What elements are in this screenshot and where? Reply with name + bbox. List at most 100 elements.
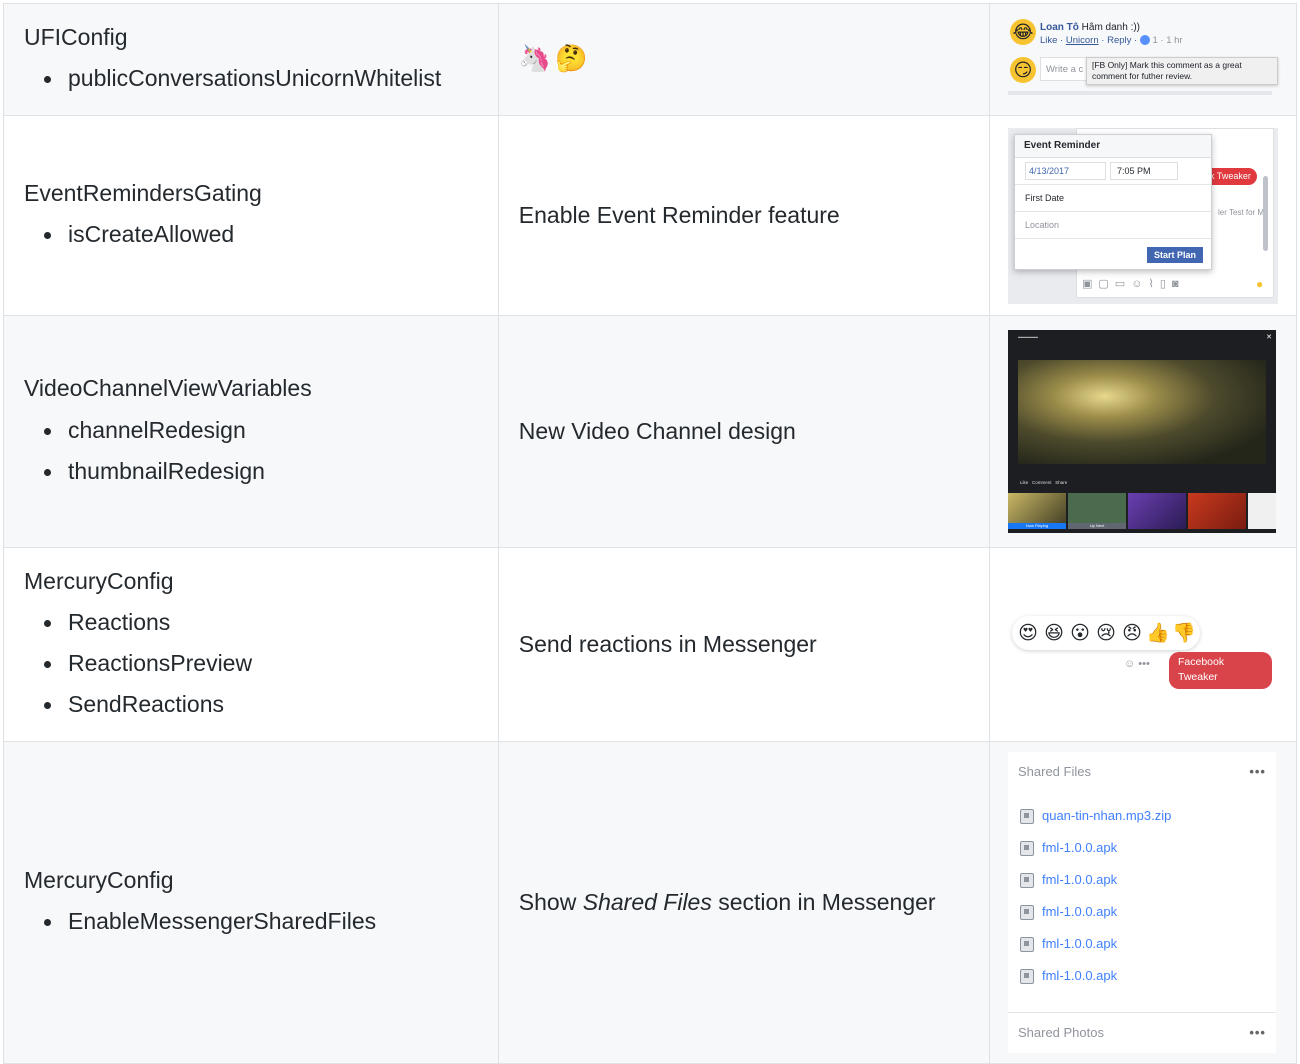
emoji-icon[interactable]: ☺ <box>1131 278 1148 290</box>
sticker-icon[interactable]: ▢ <box>1098 278 1114 290</box>
event-reminder-popup: Event Reminder 4/13/2017 7:05 PM First Da… <box>1013 133 1212 270</box>
gatekeeper-cell: VideoChannelViewVariables channelRedesig… <box>3 315 499 548</box>
gatekeeper-name: VideoChannelViewVariables <box>24 375 312 402</box>
emoji-icon[interactable]: ☺ <box>1124 658 1135 670</box>
thumbs-up-reaction-icon[interactable]: 👍 <box>1146 621 1170 645</box>
wow-reaction-icon[interactable]: 😮 <box>1068 621 1092 645</box>
haha-reaction-icon[interactable]: 😆 <box>1042 621 1066 645</box>
file-list: quan-tin-nhan.mp3.zip fml-1.0.0.apk fml-… <box>1008 792 1276 1012</box>
variable-item: SendReactions <box>44 684 478 725</box>
scrollbar[interactable] <box>1262 175 1268 251</box>
more-icon[interactable]: ••• <box>1249 752 1266 792</box>
video-thumbnail[interactable]: Now Playing <box>1007 493 1066 529</box>
variable-item: ReactionsPreview <box>44 643 478 684</box>
variable-list: publicConversationsUnicornWhitelist <box>24 58 478 99</box>
table-row: EventRemindersGating isCreateAllowed Ena… <box>3 115 1298 316</box>
composer-toolbar: ▣▢▭☺⌇▯◙ <box>1082 276 1185 293</box>
variable-list: channelRedesign thumbnailRedesign <box>24 410 478 492</box>
file-item[interactable]: quan-tin-nhan.mp3.zip <box>1008 800 1276 832</box>
unicorn-link[interactable]: Unicorn <box>1066 35 1099 46</box>
unicorn-icon: 🦄 <box>518 44 556 74</box>
file-icon <box>1019 936 1034 952</box>
smile-icon[interactable]: ● <box>1256 275 1263 293</box>
file-item[interactable]: fml-1.0.0.apk <box>1008 928 1276 960</box>
sad-reaction-icon[interactable]: 😢 <box>1094 621 1118 645</box>
video-thumbnail[interactable]: Up Next <box>1067 493 1126 529</box>
variable-item: Reactions <box>44 602 478 643</box>
screenshot-cell: Shared Files ••• quan-tin-nhan.mp3.zip f… <box>988 741 1298 1064</box>
share-button[interactable]: Share <box>1055 480 1067 485</box>
file-item[interactable]: fml-1.0.0.apk <box>1008 832 1276 864</box>
video-actions: Like Comment Share <box>1020 480 1067 487</box>
like-link[interactable]: Like <box>1040 35 1057 46</box>
attach-icon[interactable]: ⌇ <box>1148 278 1159 290</box>
shared-files-header: Shared Files ••• <box>1008 752 1276 792</box>
event-reminder-screenshot: k Tweaker ler Test for M. ▣▢▭☺⌇▯◙ ● Even… <box>1007 127 1278 304</box>
camera-icon[interactable]: ◙ <box>1172 278 1185 290</box>
variable-list: EnableMessengerSharedFiles <box>24 901 478 942</box>
angry-reaction-icon[interactable]: 😠 <box>1120 621 1144 645</box>
gatekeeper-cell: EventRemindersGating isCreateAllowed <box>3 115 499 316</box>
file-icon <box>1019 968 1034 984</box>
shared-files-title: Shared Files <box>1017 764 1091 779</box>
description-cell: Send reactions in Messenger <box>497 547 990 742</box>
variable-item: publicConversationsUnicornWhitelist <box>44 58 478 99</box>
shared-photos-header: Shared Photos ••• <box>1008 1013 1276 1053</box>
photo-icon[interactable]: ▣ <box>1082 278 1098 290</box>
description-cell: Show Shared Files section in Messenger <box>497 741 990 1064</box>
more-icon[interactable]: ••• <box>1249 1013 1266 1053</box>
tweaker-badge: Facebook Tweaker <box>1168 651 1272 689</box>
like-button[interactable]: Like <box>1020 480 1028 485</box>
video-thumbnail[interactable] <box>1187 493 1246 529</box>
video-thumbnail[interactable] <box>1127 493 1186 529</box>
plan-icon[interactable]: ▯ <box>1160 278 1172 290</box>
table-row: UFIConfig publicConversationsUnicornWhit… <box>3 3 1298 116</box>
variable-item: EnableMessengerSharedFiles <box>44 901 478 942</box>
video-player[interactable] <box>1017 360 1266 464</box>
file-icon <box>1019 904 1034 920</box>
smirk-avatar-icon: 😏 <box>1009 56 1036 83</box>
time-field[interactable]: 7:05 PM <box>1109 161 1178 180</box>
start-plan-button[interactable]: Start Plan <box>1146 246 1203 263</box>
variable-item: isCreateAllowed <box>44 214 478 255</box>
file-item[interactable]: fml-1.0.0.apk <box>1008 864 1276 896</box>
location-field[interactable]: Location <box>1014 212 1211 239</box>
video-thumbnail[interactable] <box>1247 493 1276 529</box>
tooltip: [FB Only] Mark this comment as a great c… <box>1085 56 1278 85</box>
thumbnail-strip: Now Playing Up Next <box>1007 493 1276 529</box>
file-item[interactable]: fml-1.0.0.apk <box>1008 896 1276 928</box>
file-icon <box>1019 840 1034 856</box>
gatekeeper-cell: UFIConfig publicConversationsUnicornWhit… <box>3 3 499 116</box>
file-item[interactable]: fml-1.0.0.apk <box>1008 960 1276 992</box>
event-name-field[interactable]: First Date <box>1014 185 1211 212</box>
gatekeeper-cell: MercuryConfig Reactions ReactionsPreview… <box>3 547 499 742</box>
screenshot-cell: 😍 😆 😮 😢 😠 👍 👎 ☺ ••• Facebook Tweaker <box>988 547 1298 742</box>
table-row: MercuryConfig Reactions ReactionsPreview… <box>3 547 1298 742</box>
variable-list: Reactions ReactionsPreview SendReactions <box>24 602 478 725</box>
date-field[interactable]: 4/13/2017 <box>1024 161 1106 180</box>
thumbs-down-reaction-icon[interactable]: 👎 <box>1172 621 1196 645</box>
gatekeeper-name: EventRemindersGating <box>24 179 262 206</box>
reply-link[interactable]: Reply <box>1107 35 1131 46</box>
comment-time: 1 hr <box>1166 34 1183 46</box>
variable-item: channelRedesign <box>44 410 478 451</box>
screenshot-cell: 😂 Loan Tô Hâm danh :)) Like · Unicorn · … <box>988 3 1298 116</box>
description-cell: Enable Event Reminder feature <box>497 115 990 316</box>
variable-item: thumbnailRedesign <box>44 451 478 492</box>
gatekeeper-name: MercuryConfig <box>24 567 174 594</box>
shared-files-screenshot: Shared Files ••• quan-tin-nhan.mp3.zip f… <box>1007 752 1276 1053</box>
video-channel-screenshot: ▬▬▬▬▬ ✕ Like Comment Share Now Playing U… <box>1007 330 1276 533</box>
close-icon[interactable]: ✕ <box>1266 333 1272 344</box>
description-cell: 🦄🤔 <box>497 3 990 116</box>
divider <box>1007 90 1272 95</box>
emphasis: Shared Files <box>582 889 712 916</box>
comment-actions: Like · Unicorn · Reply · 1 · 1 hr <box>1039 34 1183 46</box>
background-text: ler Test for M. <box>1217 207 1267 217</box>
gif-icon[interactable]: ▭ <box>1115 278 1131 290</box>
file-icon <box>1019 808 1034 824</box>
comment-author: Loan Tô Hâm danh :)) <box>1039 21 1141 33</box>
shared-photos-title: Shared Photos <box>1017 1025 1104 1040</box>
comment-button[interactable]: Comment <box>1032 480 1052 485</box>
love-reaction-icon[interactable]: 😍 <box>1016 621 1040 645</box>
more-icon[interactable]: ••• <box>1138 658 1150 670</box>
